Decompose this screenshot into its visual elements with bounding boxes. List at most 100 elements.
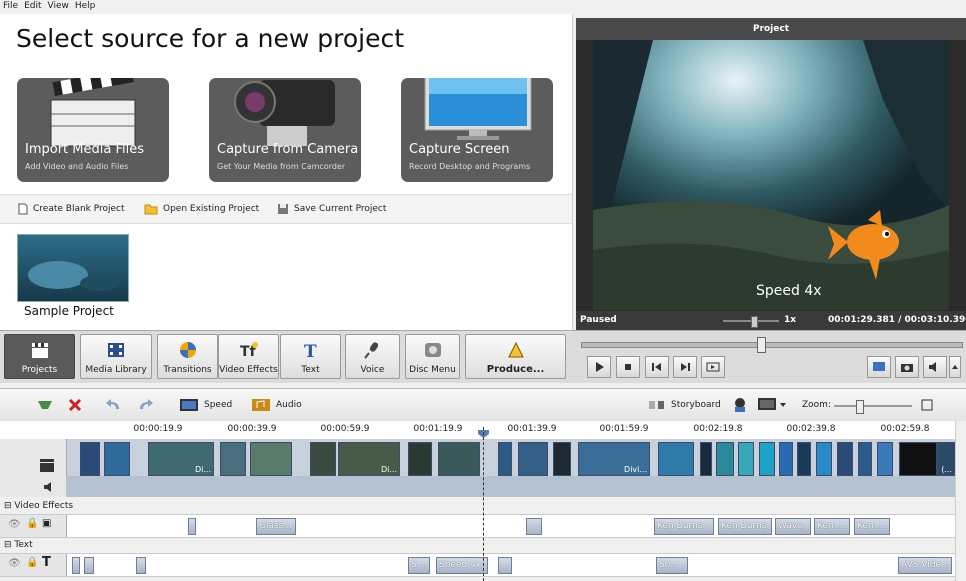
trim-icon[interactable] [36,397,54,413]
sample-project-thumbnail[interactable] [17,234,129,302]
effect-block[interactable]: Ken ... [854,518,890,535]
sample-project-label[interactable]: Sample Project [24,304,114,318]
import-media-tile[interactable]: Import Media Files Add Video and Audio F… [17,78,169,182]
speaker-icon [44,482,51,492]
video-clip[interactable] [438,442,480,476]
snapshot-button[interactable] [895,356,919,378]
video-clip[interactable]: Di... [148,442,214,476]
next-frame-button[interactable] [673,356,697,378]
text-block[interactable] [72,557,80,574]
video-effects-section-header[interactable]: ⊟ Video Effects [0,499,955,515]
aspect-ratio-dropdown[interactable] [757,396,787,414]
storyboard-toggle[interactable]: Storyboard [671,400,721,410]
redo-icon[interactable] [136,397,154,413]
time-ruler[interactable]: 00:00:19.9 00:00:39.9 00:00:59.9 00:01:1… [0,421,955,440]
effect-block[interactable]: Wave [775,518,811,535]
media-library-button[interactable]: Media Library [80,334,152,379]
lock-icon[interactable]: 🔒 [26,518,38,529]
video-clip[interactable] [759,442,775,476]
video-clip[interactable]: Divi... [578,442,650,476]
video-clip[interactable] [816,442,832,476]
text-block[interactable] [84,557,94,574]
volume-button[interactable] [923,356,947,378]
video-clip[interactable] [408,442,432,476]
seek-bar[interactable] [581,337,963,353]
video-clip[interactable] [310,442,336,476]
video-clip[interactable] [250,442,292,476]
effect-block[interactable]: Ken Burns [654,518,714,535]
text-block[interactable] [136,557,146,574]
fit-zoom-icon[interactable] [920,398,934,412]
effect-block[interactable]: Ken ... [814,518,850,535]
volume-dropdown[interactable] [949,356,961,378]
video-clip[interactable] [220,442,246,476]
video-clip[interactable] [858,442,872,476]
menu-view[interactable]: View [45,0,72,11]
audio-button[interactable]: Audio [276,400,302,410]
volume-slider-handle[interactable] [750,316,758,328]
fullscreen-button[interactable] [701,356,725,378]
stop-button[interactable] [616,356,640,378]
chevron-up-icon [952,365,958,369]
preview-video[interactable]: Speed 4x [593,40,949,310]
video-clip[interactable] [518,442,548,476]
text-button[interactable]: T Text [280,334,341,379]
transitions-button[interactable]: Transitions [157,334,218,379]
audio-lane[interactable] [66,476,955,497]
zoom-slider[interactable] [834,400,912,414]
text-block[interactable]: So... [656,557,688,574]
text-section-header[interactable]: ⊟ Text [0,538,955,554]
create-blank-project-link[interactable]: Create Blank Project [18,203,125,215]
effect-block[interactable] [526,518,542,535]
video-clip[interactable] [797,442,811,476]
capture-camera-tile[interactable]: Capture from Camera Get Your Media from … [209,78,361,182]
video-clip[interactable] [700,442,712,476]
video-clip[interactable] [553,442,571,476]
volume-slider[interactable] [723,316,779,328]
video-effects-button[interactable]: Tf Video Effects [218,334,279,379]
video-clip[interactable] [658,442,694,476]
effect-block[interactable] [188,518,196,535]
video-clip[interactable] [716,442,734,476]
video-clip[interactable]: Di... [338,442,400,476]
speed-button[interactable]: Speed [204,400,232,410]
menu-help[interactable]: Help [72,0,99,11]
text-block[interactable]: AVS Vide... [898,557,952,574]
text-block[interactable]: S... [408,557,430,574]
voice-button[interactable]: Voice [345,334,400,379]
menu-file[interactable]: File [0,0,21,11]
menu-edit[interactable]: Edit [21,0,44,11]
video-clip[interactable] [104,442,130,476]
video-clip[interactable]: (... [937,442,955,476]
seek-handle[interactable] [756,337,766,353]
produce-button[interactable]: Produce... [465,334,566,379]
previous-frame-button[interactable] [645,356,669,378]
open-existing-project-link[interactable]: Open Existing Project [144,203,259,215]
lock-icon[interactable]: 🔒 [26,557,38,568]
capture-screen-tile[interactable]: Capture Screen Record Desktop and Progra… [401,78,553,182]
text-block[interactable]: Speed 4x [436,557,488,574]
disc-menu-button[interactable]: Disc Menu [405,334,460,379]
video-clip[interactable] [877,442,893,476]
save-current-project-link[interactable]: Save Current Project [277,203,386,215]
tile-title: Import Media Files [25,142,144,157]
effect-block[interactable]: Ken Burns [718,518,772,535]
video-clip[interactable] [837,442,853,476]
eye-icon[interactable]: 👁 [8,558,21,569]
undo-icon[interactable] [105,397,123,413]
video-clip[interactable] [80,442,100,476]
timeline-vertical-scrollbar[interactable] [955,421,966,581]
video-clip[interactable] [498,442,512,476]
video-clip[interactable] [899,442,937,476]
delete-icon[interactable] [67,397,83,413]
projects-button[interactable]: Projects [4,334,75,379]
video-clip[interactable] [779,442,793,476]
text-block[interactable] [498,557,512,574]
zoom-slider-handle[interactable] [856,400,864,414]
monitor-button[interactable] [867,356,891,378]
eye-icon[interactable]: 👁 [8,519,21,530]
effect-block[interactable]: Glass... [256,518,296,535]
voiceover-icon[interactable] [730,396,750,414]
video-clip[interactable] [738,442,754,476]
play-button[interactable] [587,356,611,378]
